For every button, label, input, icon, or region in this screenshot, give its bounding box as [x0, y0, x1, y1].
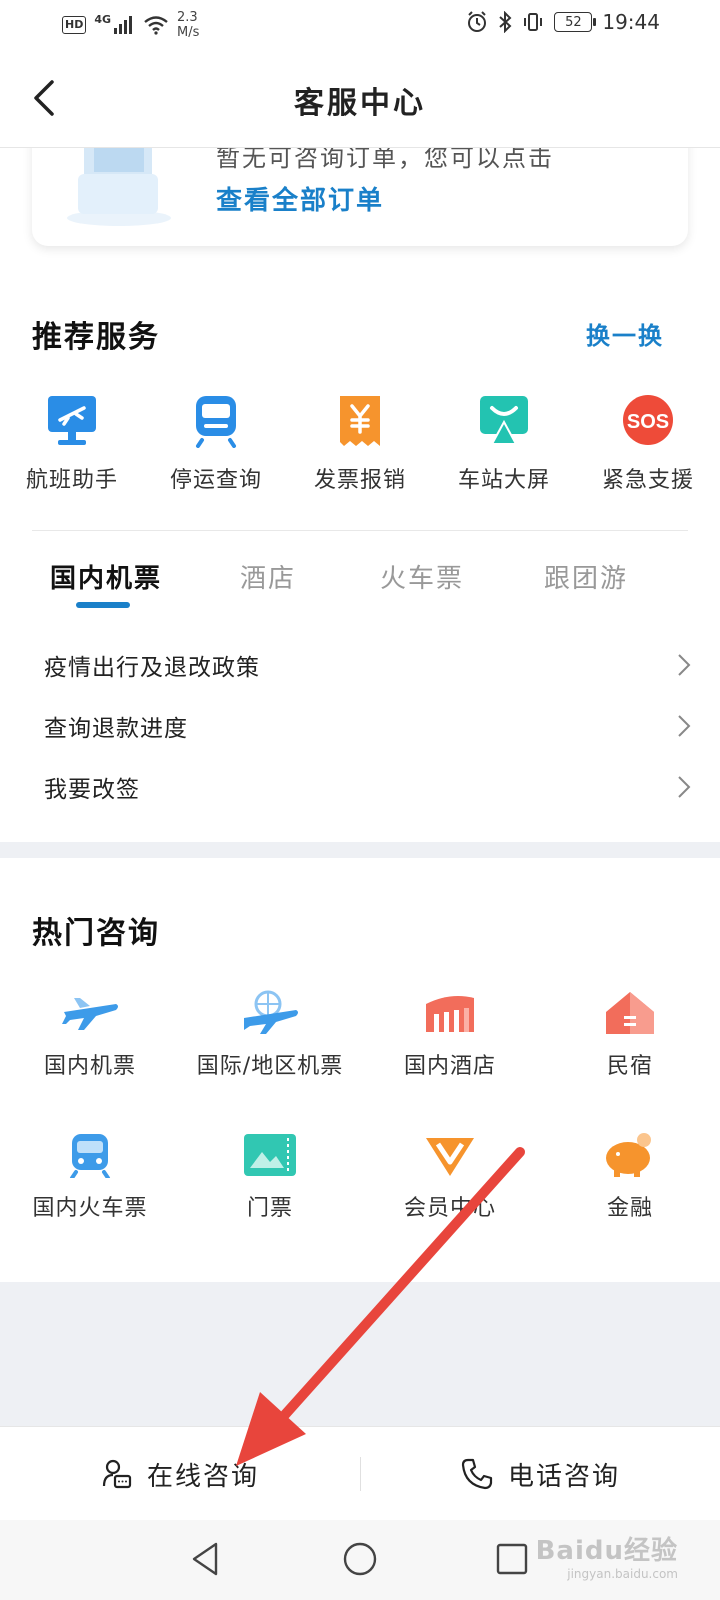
hot-item-international-flights[interactable]: 国际/地区机票 [180, 990, 360, 1080]
signal-icon [114, 16, 133, 34]
empty-order-illustration [67, 138, 171, 226]
online-consult-button[interactable]: 在线咨询 [0, 1427, 360, 1521]
hot-item-domestic-train[interactable]: 国内火车票 [0, 1132, 180, 1222]
list-item-refund-progress[interactable]: 查询退款进度 [0, 697, 720, 758]
hot-item-label: 国内火车票 [32, 1196, 148, 1221]
service-suspension-query[interactable]: 停运查询 [144, 394, 288, 494]
hot-item-label: 会员中心 [403, 1196, 496, 1221]
list-item-epidemic-policy[interactable]: 疫情出行及退改政策 [0, 636, 720, 697]
watermark-url: jingyan.baidu.com [567, 1567, 678, 1581]
ticket-landscape-icon [244, 1134, 296, 1176]
nav-back-icon[interactable] [188, 1540, 222, 1578]
train-icon [196, 396, 236, 448]
service-label: 航班助手 [25, 468, 118, 493]
hot-item-tickets[interactable]: 门票 [180, 1132, 360, 1222]
hot-item-label: 民宿 [606, 1054, 653, 1079]
hot-item-label: 门票 [246, 1196, 293, 1221]
nav-home-icon[interactable] [342, 1540, 378, 1578]
phone-consult-button[interactable]: 电话咨询 [360, 1427, 720, 1521]
recommended-services-row: 航班助手 停运查询 发票报销 车站大屏 SOS 紧急支援 [0, 394, 720, 504]
tab-hotel[interactable]: 酒店 [240, 558, 296, 595]
airplane-icon [62, 998, 118, 1030]
bluetooth-icon [499, 11, 512, 33]
flight-monitor-icon [48, 396, 96, 445]
sos-icon: SOS [623, 395, 673, 445]
invoice-yen-icon [340, 396, 380, 446]
faq-list: 疫情出行及退改政策 查询退款进度 我要改签 [0, 636, 720, 819]
chevron-right-icon [678, 654, 691, 676]
list-item-reschedule[interactable]: 我要改签 [0, 758, 720, 819]
section-separator [0, 842, 720, 858]
hotel-building-icon [426, 996, 474, 1032]
baidu-jingyan-watermark: Baidu经验 jingyan.baidu.com [536, 1530, 678, 1581]
hot-item-label: 国内酒店 [403, 1054, 496, 1079]
swap-button[interactable]: 换一换 [586, 316, 664, 351]
globe-airplane-icon [244, 990, 298, 1034]
hot-item-domestic-flights[interactable]: 国内机票 [0, 990, 180, 1080]
chevron-right-icon [678, 715, 691, 737]
service-label: 紧急支援 [601, 468, 694, 493]
bottom-gray-area [0, 1282, 720, 1426]
net-speed: 2.3 M/s [177, 10, 199, 40]
phone-icon [461, 1458, 493, 1490]
wifi-icon [144, 16, 168, 35]
service-label: 停运查询 [169, 468, 262, 493]
house-icon [606, 992, 654, 1034]
view-all-orders-link[interactable]: 查看全部订单 [216, 180, 384, 217]
page-title: 客服中心 [294, 86, 426, 121]
hot-item-label: 国际/地区机票 [196, 1054, 344, 1079]
service-station-screen[interactable]: 车站大屏 [432, 394, 576, 494]
hot-consult-title: 热门咨询 [32, 916, 160, 951]
service-emergency-support[interactable]: SOS 紧急支援 [576, 394, 720, 494]
header: 客服中心 [0, 50, 720, 148]
hot-item-label: 国内机票 [43, 1054, 136, 1079]
watermark-logo-text: Baidu经验 [535, 1536, 678, 1566]
clock-time: 19:44 [602, 10, 660, 34]
service-flight-assistant[interactable]: 航班助手 [0, 394, 144, 494]
hot-item-label: 金融 [606, 1196, 653, 1221]
phone-consult-label: 电话咨询 [507, 1461, 620, 1492]
service-invoice-reimbursement[interactable]: 发票报销 [288, 394, 432, 494]
status-bar: HD 4G 2.3 M/s 52 19:44 [0, 0, 720, 50]
hot-item-finance[interactable]: 金融 [540, 1132, 720, 1222]
tab-group-tour[interactable]: 跟团游 [544, 558, 628, 595]
hot-item-domestic-hotels[interactable]: 国内酒店 [360, 990, 540, 1080]
net-speed-unit: M/s [177, 25, 200, 40]
section-divider [32, 530, 688, 531]
hd-badge: HD [62, 16, 87, 34]
alarm-icon [468, 11, 487, 32]
station-screen-icon [480, 396, 528, 445]
hot-item-homestay[interactable]: 民宿 [540, 990, 720, 1080]
vibrate-icon [524, 13, 543, 31]
diamond-v-icon [426, 1138, 474, 1176]
train-front-icon [70, 1134, 110, 1178]
nav-recent-apps-icon[interactable] [494, 1540, 528, 1578]
piggy-bank-icon [606, 1133, 651, 1177]
recommended-services-title: 推荐服务 [32, 320, 160, 355]
online-consult-label: 在线咨询 [146, 1461, 259, 1492]
tab-train[interactable]: 火车票 [380, 558, 464, 595]
list-item-label: 我要改签 [44, 777, 140, 803]
hot-item-member-center[interactable]: 会员中心 [360, 1132, 540, 1222]
active-tab-indicator [76, 602, 130, 608]
customer-service-page: HD 4G 2.3 M/s 52 19:44 暂无可咨询订单，您可以点击 查看全… [0, 0, 720, 1600]
list-item-label: 疫情出行及退改政策 [44, 655, 260, 681]
bottom-action-bar: 在线咨询 电话咨询 [0, 1426, 720, 1520]
online-chat-agent-icon [102, 1459, 132, 1489]
service-label: 车站大屏 [457, 468, 550, 493]
battery-indicator: 52 [554, 12, 597, 32]
svg-text:SOS: SOS [627, 411, 669, 433]
net-speed-value: 2.3 [177, 10, 198, 25]
chevron-right-icon [678, 776, 691, 798]
service-label: 发票报销 [313, 468, 406, 493]
category-tabs: 国内机票 酒店 火车票 跟团游 [0, 558, 720, 608]
list-item-label: 查询退款进度 [44, 716, 188, 742]
status-bar-right: 52 19:44 [466, 10, 660, 34]
tab-domestic-flights[interactable]: 国内机票 [50, 558, 162, 595]
signal-label: 4G [94, 12, 112, 26]
status-bar-left: HD 4G 2.3 M/s [62, 10, 199, 40]
